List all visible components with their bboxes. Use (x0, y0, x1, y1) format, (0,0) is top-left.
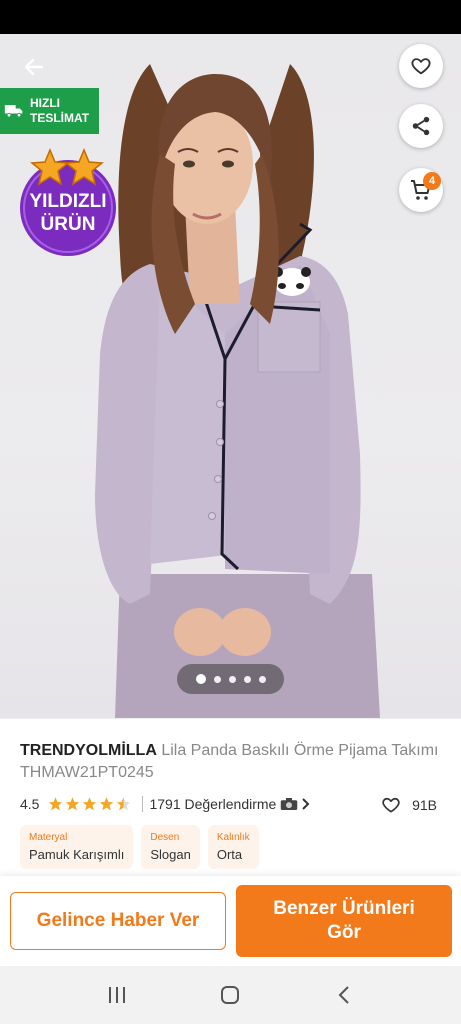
gallery-dot[interactable] (213, 675, 221, 683)
attribute-value: Pamuk Karışımlı (29, 847, 125, 862)
starred-line2: ÜRÜN (41, 214, 96, 235)
reviews-link[interactable]: 1791 Değerlendirme (149, 796, 311, 812)
attribute-key: Materyal (29, 832, 68, 843)
notify-when-available-button[interactable]: Gelince Haber Ver (10, 892, 226, 950)
similar-products-button[interactable]: Benzer Ürünleri Gör (236, 885, 452, 957)
fast-delivery-badge: HIZLI TESLİMAT (0, 88, 99, 134)
star-icon (66, 797, 80, 811)
starred-product-badge: YILDIZLI ÜRÜN (10, 144, 126, 258)
home-button[interactable] (210, 975, 250, 1015)
favorite-button[interactable] (399, 44, 443, 88)
review-count: 1791 Değerlendirme (149, 796, 277, 812)
gallery-pagination[interactable] (177, 664, 284, 694)
star-icon (49, 797, 63, 811)
arrow-left-icon (24, 58, 44, 76)
gallery-dot[interactable] (243, 675, 251, 683)
attribute-chip: Desen Slogan (141, 825, 200, 869)
truck-icon (4, 105, 23, 118)
gallery-dot[interactable] (258, 675, 266, 683)
gallery-dot[interactable] (228, 675, 236, 683)
share-icon (412, 116, 430, 136)
share-button[interactable] (399, 104, 443, 148)
attribute-key: Kalınlık (216, 832, 250, 843)
recents-icon (108, 987, 125, 1003)
back-button[interactable] (14, 52, 54, 82)
fast-delivery-line1: HIZLI (30, 96, 60, 110)
star-icon (100, 797, 114, 811)
action-bar: Gelince Haber Ver Benzer Ürünleri Gör (0, 876, 461, 966)
fast-delivery-line2: TESLİMAT (30, 111, 90, 125)
product-title: TRENDYOLMİLLA Lila Panda Baskılı Örme Pi… (20, 740, 440, 784)
cart-count-badge: 4 (423, 172, 441, 190)
product-attributes: Materyal Pamuk Karışımlı Desen Slogan Ka… (20, 825, 259, 869)
product-photo (95, 64, 380, 718)
product-info: TRENDYOLMİLLA Lila Panda Baskılı Örme Pi… (0, 718, 461, 876)
brand-name[interactable]: TRENDYOLMİLLA (20, 742, 157, 759)
divider (142, 796, 144, 812)
rating-stars (47, 796, 132, 812)
camera-icon (281, 798, 298, 810)
attribute-chip: Kalınlık Orta (207, 825, 259, 869)
star-icon (83, 797, 97, 811)
nav-back-icon (338, 986, 349, 1004)
gallery-dot[interactable] (195, 674, 206, 684)
favorite-count-value: 91B (412, 797, 437, 813)
favorite-count[interactable]: 91B (380, 795, 437, 815)
cart-button[interactable]: 4 (399, 168, 443, 212)
rating-row: 4.5 1791 Değerlendirme (20, 793, 440, 815)
status-bar (0, 0, 461, 34)
rating-value: 4.5 (20, 796, 40, 812)
chevron-right-icon (302, 798, 310, 810)
heart-icon (382, 797, 400, 813)
recents-button[interactable] (97, 975, 137, 1015)
attribute-chip: Materyal Pamuk Karışımlı (20, 825, 134, 869)
half-star-icon (117, 797, 131, 811)
attribute-value: Slogan (150, 847, 191, 862)
home-icon (221, 986, 240, 1004)
attribute-key: Desen (150, 832, 180, 843)
product-image-gallery[interactable]: 4 HIZLI TESLİMAT YILDIZLI ÜRÜN (0, 34, 461, 718)
heart-icon (411, 58, 431, 75)
system-nav-bar (0, 966, 461, 1024)
starred-line1: YILDIZLI (29, 191, 106, 212)
attribute-value: Orta (216, 847, 243, 862)
nav-back-button[interactable] (324, 975, 364, 1015)
